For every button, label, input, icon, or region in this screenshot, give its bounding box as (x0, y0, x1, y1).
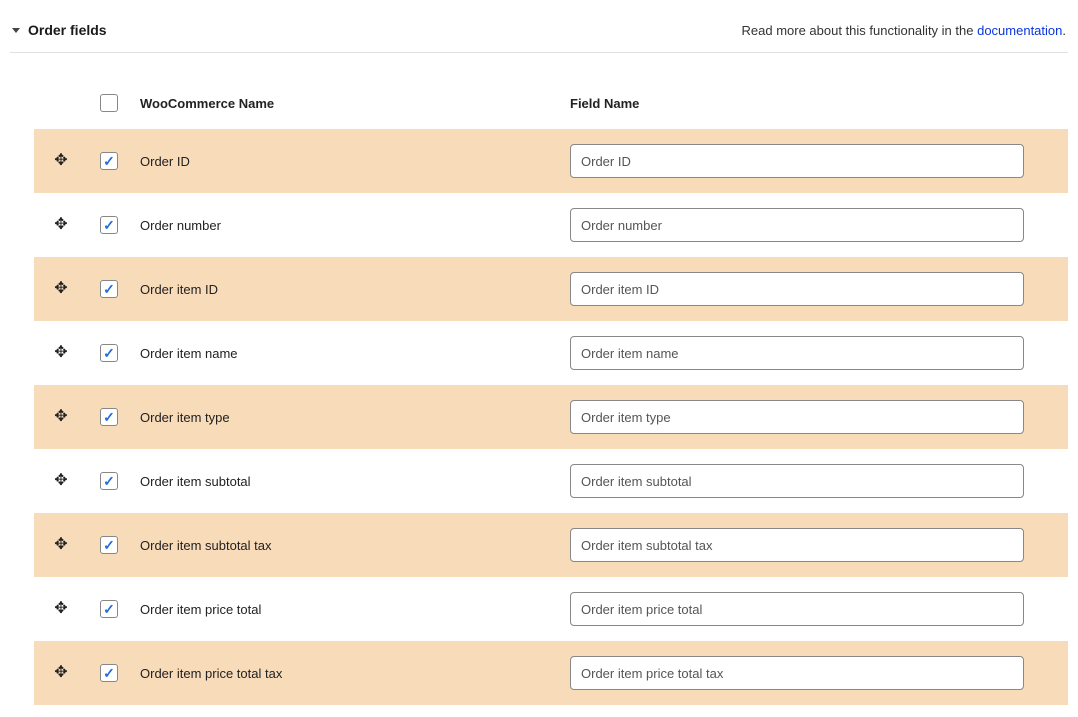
section-title: Order fields (28, 22, 107, 38)
section-header: Order fields Read more about this functi… (10, 12, 1068, 53)
drag-handle-icon[interactable]: ✥ (54, 665, 67, 681)
row-checkbox[interactable] (100, 408, 118, 426)
row-checkbox[interactable] (100, 152, 118, 170)
row-checkbox[interactable] (100, 600, 118, 618)
drag-handle-icon[interactable]: ✥ (54, 601, 67, 617)
wc-name-label: Order item subtotal (140, 474, 251, 489)
drag-handle-icon[interactable]: ✥ (54, 281, 67, 297)
row-checkbox[interactable] (100, 280, 118, 298)
drag-handle-icon[interactable]: ✥ (54, 153, 67, 169)
row-checkbox[interactable] (100, 344, 118, 362)
drag-handle-icon[interactable]: ✥ (54, 345, 67, 361)
drag-handle-icon[interactable]: ✥ (54, 409, 67, 425)
section-note: Read more about this functionality in th… (742, 23, 1067, 38)
row-checkbox[interactable] (100, 664, 118, 682)
table-row: ✥ Order item type (34, 385, 1068, 449)
documentation-link[interactable]: documentation (977, 23, 1062, 38)
drag-handle-icon[interactable]: ✥ (54, 473, 67, 489)
field-name-input[interactable] (570, 400, 1024, 434)
field-name-input[interactable] (570, 144, 1024, 178)
wc-name-label: Order ID (140, 154, 190, 169)
table-row: ✥ Order item ID (34, 257, 1068, 321)
table-row: ✥ Order item price total tax (34, 641, 1068, 705)
table-row: ✥ Order item name (34, 321, 1068, 385)
table-header-row: WooCommerce Name Field Name (34, 77, 1068, 129)
table-row: ✥ Order item subtotal tax (34, 513, 1068, 577)
wc-name-label: Order item subtotal tax (140, 538, 272, 553)
field-name-input[interactable] (570, 592, 1024, 626)
wc-name-label: Order number (140, 218, 221, 233)
wc-name-label: Order item ID (140, 282, 218, 297)
row-checkbox[interactable] (100, 536, 118, 554)
table-row: ✥ Order item price total (34, 577, 1068, 641)
fields-table: WooCommerce Name Field Name ✥ Order ID ✥ Or… (10, 77, 1068, 705)
wc-name-label: Order item type (140, 410, 230, 425)
drag-handle-icon[interactable]: ✥ (54, 537, 67, 553)
note-prefix: Read more about this functionality in th… (742, 23, 978, 38)
wc-name-label: Order item price total tax (140, 666, 282, 681)
collapse-caret-icon[interactable] (12, 28, 20, 33)
drag-handle-icon[interactable]: ✥ (54, 217, 67, 233)
table-row: ✥ Order ID (34, 129, 1068, 193)
select-all-checkbox[interactable] (100, 94, 118, 112)
row-checkbox[interactable] (100, 472, 118, 490)
wc-name-label: Order item price total (140, 602, 261, 617)
header-wc-name: WooCommerce Name (130, 96, 570, 111)
table-row: ✥ Order number (34, 193, 1068, 257)
field-name-input[interactable] (570, 336, 1024, 370)
field-name-input[interactable] (570, 464, 1024, 498)
field-name-input[interactable] (570, 208, 1024, 242)
wc-name-label: Order item name (140, 346, 238, 361)
field-name-input[interactable] (570, 656, 1024, 690)
header-field-name: Field Name (570, 96, 1068, 111)
note-suffix: . (1062, 23, 1066, 38)
table-row: ✥ Order item subtotal (34, 449, 1068, 513)
field-name-input[interactable] (570, 528, 1024, 562)
row-checkbox[interactable] (100, 216, 118, 234)
field-name-input[interactable] (570, 272, 1024, 306)
